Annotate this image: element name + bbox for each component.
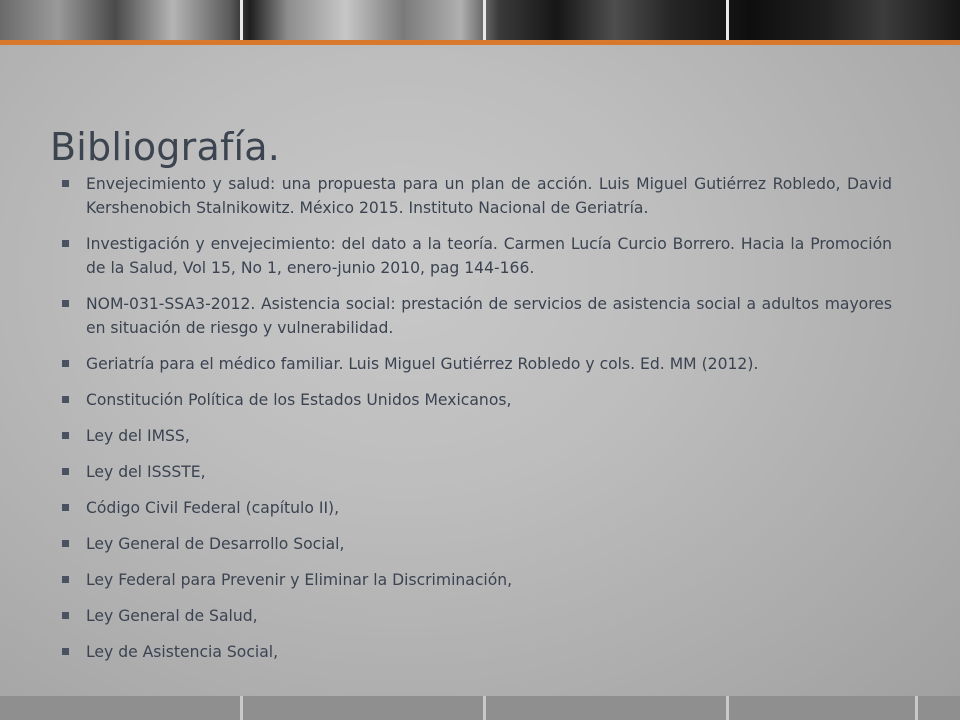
bibliography-list: Envejecimiento y salud: una propuesta pa…	[62, 172, 892, 676]
bibliography-item: Geriatría para el médico familiar. Luis …	[62, 352, 892, 376]
bibliography-item-text: Geriatría para el médico familiar. Luis …	[86, 355, 759, 373]
bibliography-item: Ley de Asistencia Social,	[62, 640, 892, 664]
bibliography-item: Constitución Política de los Estados Uni…	[62, 388, 892, 412]
bibliography-item: Investigación y envejecimiento: del dato…	[62, 232, 892, 280]
bibliography-item-text: Envejecimiento y salud: una propuesta pa…	[86, 175, 892, 217]
bibliography-item-text: Ley del ISSSTE,	[86, 463, 206, 481]
bibliography-item: Ley General de Desarrollo Social,	[62, 532, 892, 556]
bibliography-item-text: Constitución Política de los Estados Uni…	[86, 391, 512, 409]
square-bullet-icon	[62, 576, 69, 583]
header-band-divider	[726, 0, 729, 40]
bibliography-item: Ley del ISSSTE,	[62, 460, 892, 484]
footer-band-divider	[726, 696, 729, 720]
bibliography-item-text: Ley Federal para Prevenir y Eliminar la …	[86, 571, 513, 589]
slide-title: Bibliografía.	[50, 125, 281, 169]
header-band-divider	[240, 0, 243, 40]
bibliography-item-text: Ley General de Desarrollo Social,	[86, 535, 345, 553]
square-bullet-icon	[62, 540, 69, 547]
square-bullet-icon	[62, 504, 69, 511]
bibliography-item-text: Ley del IMSS,	[86, 427, 190, 445]
header-image-band	[0, 0, 960, 40]
square-bullet-icon	[62, 180, 69, 187]
square-bullet-icon	[62, 396, 69, 403]
bibliography-item: Ley General de Salud,	[62, 604, 892, 628]
square-bullet-icon	[62, 648, 69, 655]
accent-line	[0, 40, 960, 45]
square-bullet-icon	[62, 240, 69, 247]
square-bullet-icon	[62, 360, 69, 367]
square-bullet-icon	[62, 432, 69, 439]
footer-band-divider	[240, 696, 243, 720]
bibliography-item: Ley Federal para Prevenir y Eliminar la …	[62, 568, 892, 592]
footer-band-divider	[915, 696, 918, 720]
bibliography-item: Código Civil Federal (capítulo II),	[62, 496, 892, 520]
slide: Bibliografía. Envejecimiento y salud: un…	[0, 0, 960, 720]
bibliography-item-text: NOM-031-SSA3-2012. Asistencia social: pr…	[86, 295, 892, 337]
bibliography-item: Ley del IMSS,	[62, 424, 892, 448]
square-bullet-icon	[62, 300, 69, 307]
bibliography-item-text: Ley General de Salud,	[86, 607, 258, 625]
header-band-divider	[483, 0, 486, 40]
bibliography-item-text: Investigación y envejecimiento: del dato…	[86, 235, 892, 277]
bibliography-item: NOM-031-SSA3-2012. Asistencia social: pr…	[62, 292, 892, 340]
bibliography-item-text: Código Civil Federal (capítulo II),	[86, 499, 340, 517]
square-bullet-icon	[62, 612, 69, 619]
footer-band-divider	[483, 696, 486, 720]
bibliography-item: Envejecimiento y salud: una propuesta pa…	[62, 172, 892, 220]
bibliography-item-text: Ley de Asistencia Social,	[86, 643, 279, 661]
square-bullet-icon	[62, 468, 69, 475]
footer-band	[0, 696, 960, 720]
